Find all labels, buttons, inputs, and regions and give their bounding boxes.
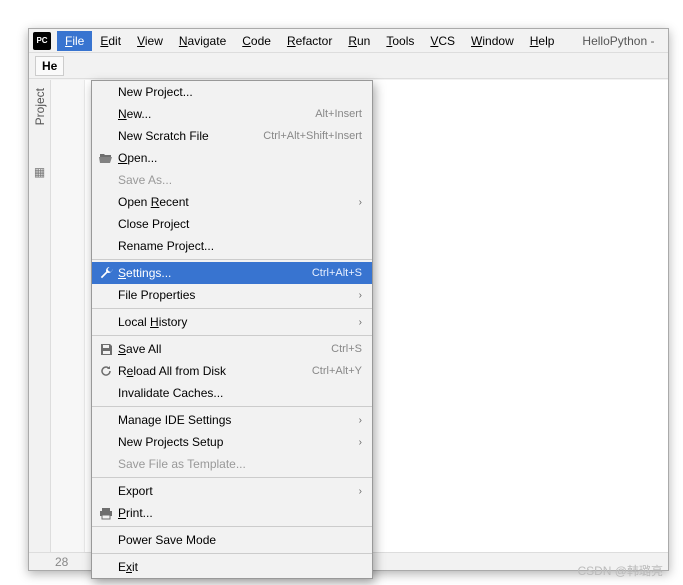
file-menu-dropdown: New Project...New...Alt+InsertNew Scratc…	[91, 80, 373, 579]
menu-item-exit[interactable]: Exit	[92, 556, 372, 578]
menu-item-reload-all-from-disk[interactable]: Reload All from DiskCtrl+Alt+Y	[92, 360, 372, 382]
menu-item-label: Save All	[116, 342, 331, 356]
menu-item-invalidate-caches[interactable]: Invalidate Caches...	[92, 382, 372, 404]
ide-window: PC FileEditViewNavigateCodeRefactorRunTo…	[28, 28, 669, 571]
menu-item-local-history[interactable]: Local History ›	[92, 311, 372, 333]
menu-item-label: Local History	[116, 315, 351, 329]
menu-view[interactable]: View	[129, 31, 171, 51]
submenu-arrow-icon: ›	[359, 437, 362, 448]
shortcut-label: Ctrl+Alt+S	[312, 267, 362, 279]
submenu-arrow-icon: ›	[359, 317, 362, 328]
menu-item-label: Save File as Template...	[116, 457, 362, 471]
menu-item-label: Print...	[116, 506, 362, 520]
breadcrumb-bar: He	[29, 53, 668, 79]
menu-file[interactable]: File	[57, 31, 92, 51]
menu-item-save-file-as-template: Save File as Template...	[92, 453, 372, 475]
menu-item-label: Export	[116, 484, 351, 498]
menu-item-new-scratch-file[interactable]: New Scratch FileCtrl+Alt+Shift+Insert	[92, 125, 372, 147]
editor-gutter	[51, 80, 85, 552]
menu-edit[interactable]: Edit	[92, 31, 129, 51]
menu-item-label: New...	[116, 107, 315, 121]
menu-item-label: Exit	[116, 560, 362, 574]
menu-item-rename-project[interactable]: Rename Project...	[92, 235, 372, 257]
menu-item-power-save-mode[interactable]: Power Save Mode	[92, 529, 372, 551]
menu-item-label: New Projects Setup	[116, 435, 351, 449]
menu-item-manage-ide-settings[interactable]: Manage IDE Settings ›	[92, 409, 372, 431]
structure-icon[interactable]: ▦	[34, 165, 45, 179]
menu-item-label: Open Recent	[116, 195, 351, 209]
menu-item-close-project[interactable]: Close Project	[92, 213, 372, 235]
folder-open-icon	[96, 152, 116, 164]
menu-item-label: Save As...	[116, 173, 362, 187]
shortcut-label: Ctrl+Alt+Y	[312, 365, 362, 377]
menu-item-label: Power Save Mode	[116, 533, 362, 547]
menu-item-settings[interactable]: Settings...Ctrl+Alt+S	[92, 262, 372, 284]
status-line-number: 28	[55, 555, 68, 569]
submenu-arrow-icon: ›	[359, 197, 362, 208]
menu-vcs[interactable]: VCS	[422, 31, 463, 51]
menu-help[interactable]: Help	[522, 31, 563, 51]
menu-window[interactable]: Window	[463, 31, 522, 51]
menu-item-label: Invalidate Caches...	[116, 386, 362, 400]
menu-item-label: Reload All from Disk	[116, 364, 312, 378]
menu-tools[interactable]: Tools	[378, 31, 422, 51]
tool-sidebar: Project ▦	[29, 80, 51, 552]
save-icon	[96, 343, 116, 356]
menu-navigate[interactable]: Navigate	[171, 31, 234, 51]
menu-item-open[interactable]: Open...	[92, 147, 372, 169]
submenu-arrow-icon: ›	[359, 415, 362, 426]
menu-item-new[interactable]: New...Alt+Insert	[92, 103, 372, 125]
menu-item-export[interactable]: Export ›	[92, 480, 372, 502]
menu-item-file-properties[interactable]: File Properties ›	[92, 284, 372, 306]
menu-item-print[interactable]: Print...	[92, 502, 372, 524]
shortcut-label: Ctrl+S	[331, 343, 362, 355]
sidebar-project-label[interactable]: Project	[33, 88, 47, 125]
menu-item-label: Open...	[116, 151, 362, 165]
menu-item-open-recent[interactable]: Open Recent ›	[92, 191, 372, 213]
print-icon	[96, 507, 116, 520]
submenu-arrow-icon: ›	[359, 290, 362, 301]
project-name: HelloPython -	[582, 34, 654, 48]
menu-item-label: Settings...	[116, 266, 312, 280]
menu-item-save-all[interactable]: Save AllCtrl+S	[92, 338, 372, 360]
menu-item-label: New Scratch File	[116, 129, 263, 143]
shortcut-label: Ctrl+Alt+Shift+Insert	[263, 130, 362, 142]
menubar: PC FileEditViewNavigateCodeRefactorRunTo…	[29, 29, 668, 53]
submenu-arrow-icon: ›	[359, 486, 362, 497]
menu-run[interactable]: Run	[340, 31, 378, 51]
app-icon: PC	[33, 32, 51, 50]
wrench-icon	[96, 266, 116, 280]
menu-item-label: File Properties	[116, 288, 351, 302]
menu-refactor[interactable]: Refactor	[279, 31, 340, 51]
menu-item-new-projects-setup[interactable]: New Projects Setup ›	[92, 431, 372, 453]
menu-code[interactable]: Code	[234, 31, 279, 51]
menu-item-label: Manage IDE Settings	[116, 413, 351, 427]
menu-item-label: Close Project	[116, 217, 362, 231]
menu-item-label: New Project...	[116, 85, 362, 99]
menu-item-label: Rename Project...	[116, 239, 362, 253]
watermark: CSDN @韩璐亮	[577, 562, 663, 579]
breadcrumb[interactable]: He	[35, 56, 64, 76]
shortcut-label: Alt+Insert	[315, 108, 362, 120]
menu-item-save-as: Save As...	[92, 169, 372, 191]
reload-icon	[96, 364, 116, 378]
menu-item-new-project[interactable]: New Project...	[92, 81, 372, 103]
